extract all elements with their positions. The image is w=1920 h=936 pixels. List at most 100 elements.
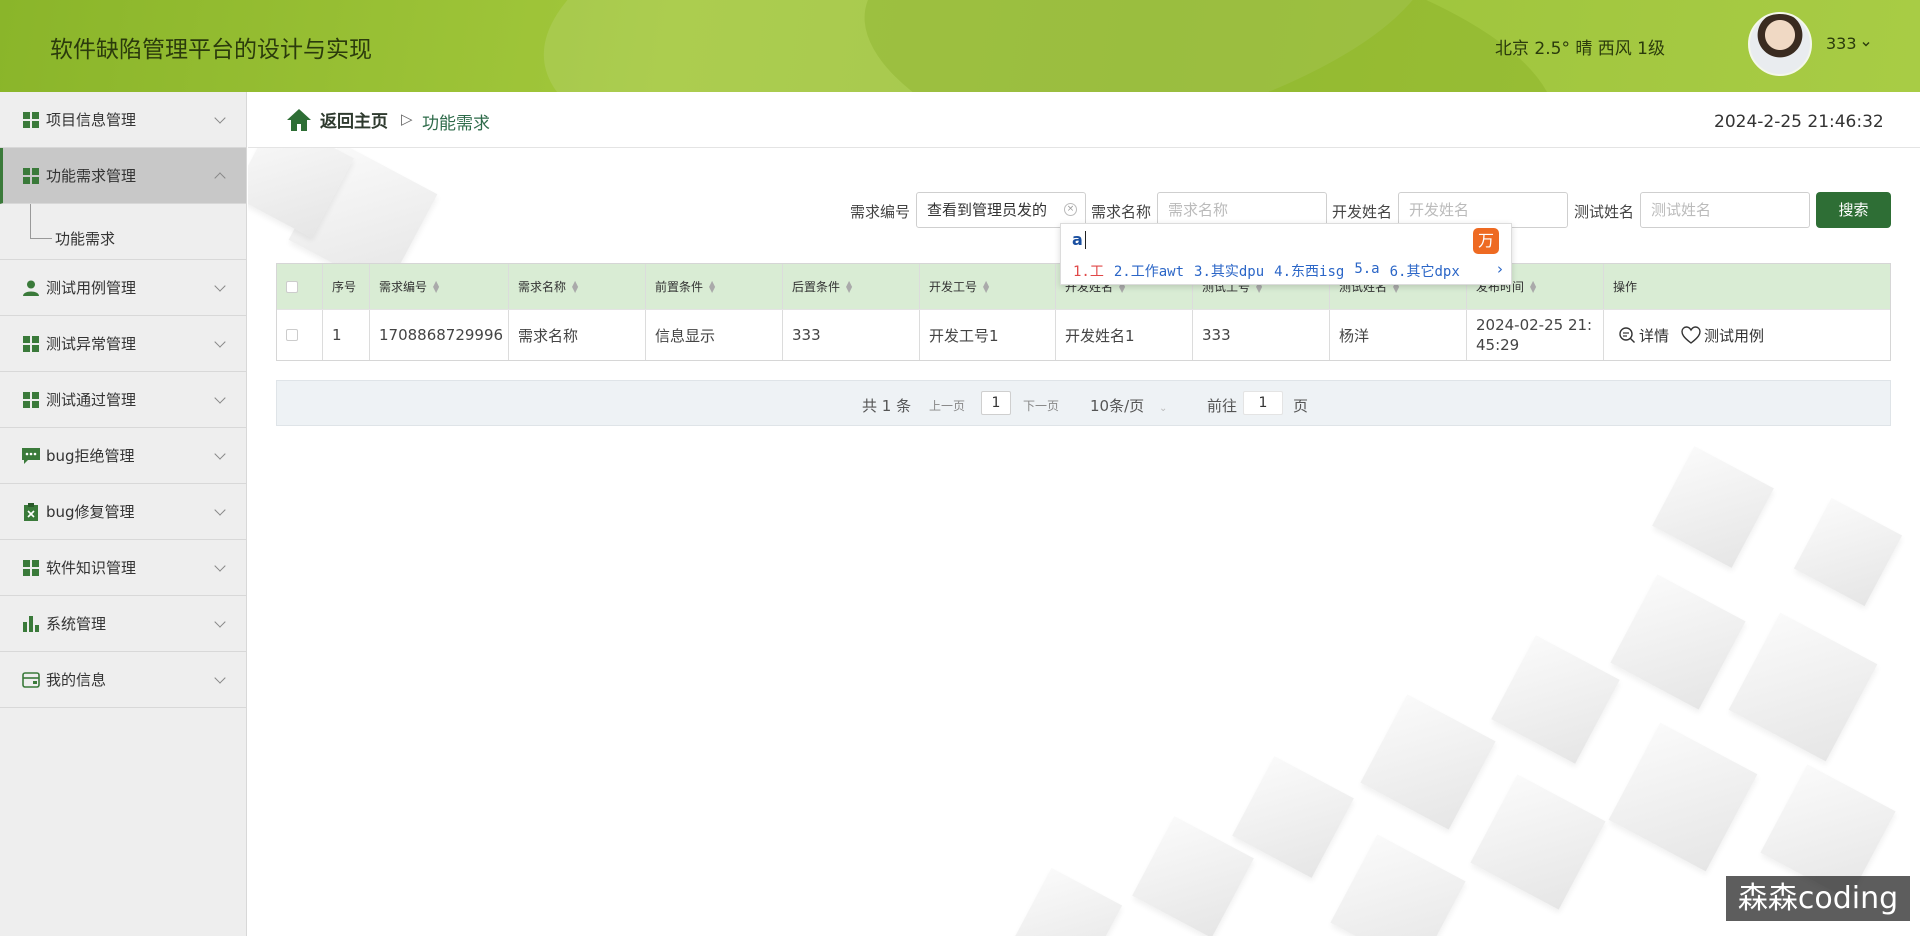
goto-page-input[interactable]: 1 xyxy=(1243,391,1283,415)
grid-icon xyxy=(22,391,40,409)
sidebar-item-label: 系统管理 xyxy=(46,615,107,633)
sidebar-item-bug-reject[interactable]: bug拒绝管理 xyxy=(0,428,246,484)
home-link[interactable]: 返回主页 xyxy=(286,107,388,132)
cell-precondition: 信息显示 xyxy=(646,310,783,360)
page-size-select[interactable]: 10条/页 ⌄ xyxy=(1090,395,1167,416)
sidebar: 项目信息管理 功能需求管理 功能需求 测试用例管理 测试异常管理 测试通过管理 … xyxy=(0,92,247,936)
publish-time-line: 2024-02-25 21: xyxy=(1476,316,1593,334)
background-decoration xyxy=(1793,497,1903,607)
ime-candidate[interactable]: 2.工作awt xyxy=(1114,261,1184,281)
bar-chart-icon xyxy=(22,615,40,633)
column-header[interactable]: 前置条件 ▲ ▼ xyxy=(646,264,783,309)
grid-icon xyxy=(22,167,40,185)
username: 333 xyxy=(1826,34,1857,53)
cell-index: 1 xyxy=(323,310,370,360)
cell-postcondition: 333 xyxy=(783,310,920,360)
current-page-number[interactable]: 1 xyxy=(981,391,1011,415)
column-header[interactable]: 需求名称 ▲ ▼ xyxy=(509,264,646,309)
sidebar-item-system[interactable]: 系统管理 xyxy=(0,596,246,652)
test-case-button[interactable]: 测试用例 xyxy=(1681,325,1764,346)
test-case-button-label: 测试用例 xyxy=(1704,326,1765,345)
sort-icon[interactable]: ▲▼ xyxy=(846,279,852,293)
sort-icon[interactable]: ▲▼ xyxy=(983,279,989,293)
breadcrumb: 返回主页 ▷ 功能需求 2024-2-25 21:46:32 xyxy=(248,92,1920,148)
background-decoration xyxy=(1728,612,1878,762)
chevron-down-icon xyxy=(1862,41,1870,46)
grid-icon xyxy=(22,335,40,353)
sidebar-item-bug-fix[interactable]: bug修复管理 xyxy=(0,484,246,540)
tree-line xyxy=(30,238,52,239)
cell-code: 1708868729996 xyxy=(370,310,509,360)
ime-candidate[interactable]: 3.其实dpu xyxy=(1194,261,1264,281)
ime-candidate[interactable]: 1.工 xyxy=(1073,261,1104,281)
prev-page-button[interactable]: 上一页 xyxy=(929,397,965,414)
select-all-checkbox[interactable] xyxy=(286,280,298,293)
grid-icon xyxy=(22,111,40,129)
sort-icon[interactable]: ▲▼ xyxy=(433,279,439,293)
weather-info: 北京 2.5° 晴 西风 1级 xyxy=(1495,39,1665,59)
sidebar-item-test-exceptions[interactable]: 测试异常管理 xyxy=(0,316,246,372)
sort-icon[interactable]: ▲▼ xyxy=(709,279,715,293)
column-header[interactable]: 开发工号 ▲ ▼ xyxy=(920,264,1056,309)
search-label-dev: 开发姓名 xyxy=(1332,203,1393,221)
sort-icon[interactable]: ▲▼ xyxy=(1530,279,1536,293)
breadcrumb-separator: ▷ xyxy=(401,110,413,128)
background-decoration xyxy=(1330,834,1466,936)
search-input-tester[interactable]: 测试姓名 xyxy=(1640,192,1810,228)
sidebar-item-knowledge[interactable]: 软件知识管理 xyxy=(0,540,246,596)
column-header: 序号 xyxy=(323,264,370,309)
cell-test-id: 333 xyxy=(1193,310,1330,360)
avatar[interactable] xyxy=(1748,12,1812,76)
cell-dev-id: 开发工号1 xyxy=(920,310,1056,360)
user-menu[interactable]: 333 xyxy=(1826,34,1871,53)
tree-line xyxy=(30,204,31,238)
chevron-down-icon xyxy=(214,672,226,684)
chevron-down-icon xyxy=(214,448,226,460)
cell-dev-name: 开发姓名1 xyxy=(1056,310,1193,360)
submenu-item-requirements[interactable]: 功能需求 xyxy=(0,204,246,260)
background-decoration xyxy=(1013,867,1123,936)
column-header-label: 后置条件 xyxy=(792,280,841,294)
search-input-placeholder: 需求名称 xyxy=(1168,201,1229,219)
ime-candidate[interactable]: 5.a xyxy=(1354,261,1379,281)
search-input-placeholder: 测试姓名 xyxy=(1651,201,1712,219)
app-title: 软件缺陷管理平台的设计与实现 xyxy=(50,37,372,63)
next-page-button[interactable]: 下一页 xyxy=(1023,397,1059,414)
text-caret xyxy=(1085,231,1086,249)
row-checkbox[interactable] xyxy=(286,329,298,341)
chevron-down-icon xyxy=(214,504,226,516)
column-header-label: 需求名称 xyxy=(518,280,567,294)
chevron-down-icon xyxy=(214,560,226,572)
sidebar-item-label: 我的信息 xyxy=(46,671,107,689)
background-decoration xyxy=(1360,694,1496,830)
ime-candidates: 1.工 2.工作awt 3.其实dpu 4.东西isg 5.a 6.其它dpx xyxy=(1073,261,1460,281)
chevron-down-icon xyxy=(214,112,226,124)
column-header[interactable]: 后置条件 ▲ ▼ xyxy=(783,264,920,309)
breadcrumb-current: 功能需求 xyxy=(422,114,490,134)
ime-candidate[interactable]: 4.东西isg xyxy=(1274,261,1344,281)
heart-icon xyxy=(1681,326,1701,344)
column-header-label: 开发工号 xyxy=(929,280,978,294)
background-decoration xyxy=(1470,774,1606,910)
clear-icon[interactable]: × xyxy=(1064,203,1077,216)
column-header-label: 操作 xyxy=(1613,280,1638,294)
user-icon xyxy=(22,279,40,297)
chevron-down-icon xyxy=(214,392,226,404)
watermark: 森森coding xyxy=(1726,876,1910,921)
home-icon xyxy=(287,108,311,131)
ime-next-page-icon[interactable]: › xyxy=(1497,260,1503,278)
sidebar-item-requirements[interactable]: 功能需求管理 xyxy=(0,148,246,204)
sidebar-item-project[interactable]: 项目信息管理 xyxy=(0,92,246,148)
column-header-label: 需求编号 xyxy=(379,280,428,294)
ime-candidate[interactable]: 6.其它dpx xyxy=(1390,261,1460,281)
sidebar-item-label: 测试通过管理 xyxy=(46,391,137,409)
sidebar-item-test-cases[interactable]: 测试用例管理 xyxy=(0,260,246,316)
background-decoration xyxy=(1652,446,1774,568)
column-header[interactable]: 需求编号 ▲ ▼ xyxy=(370,264,509,309)
search-button[interactable]: 搜索 xyxy=(1816,192,1891,228)
detail-button[interactable]: 详情 xyxy=(1618,325,1669,346)
current-datetime: 2024-2-25 21:46:32 xyxy=(1714,112,1884,132)
sidebar-item-my-info[interactable]: 我的信息 xyxy=(0,652,246,708)
sidebar-item-test-pass[interactable]: 测试通过管理 xyxy=(0,372,246,428)
sort-icon[interactable]: ▲▼ xyxy=(572,279,578,293)
